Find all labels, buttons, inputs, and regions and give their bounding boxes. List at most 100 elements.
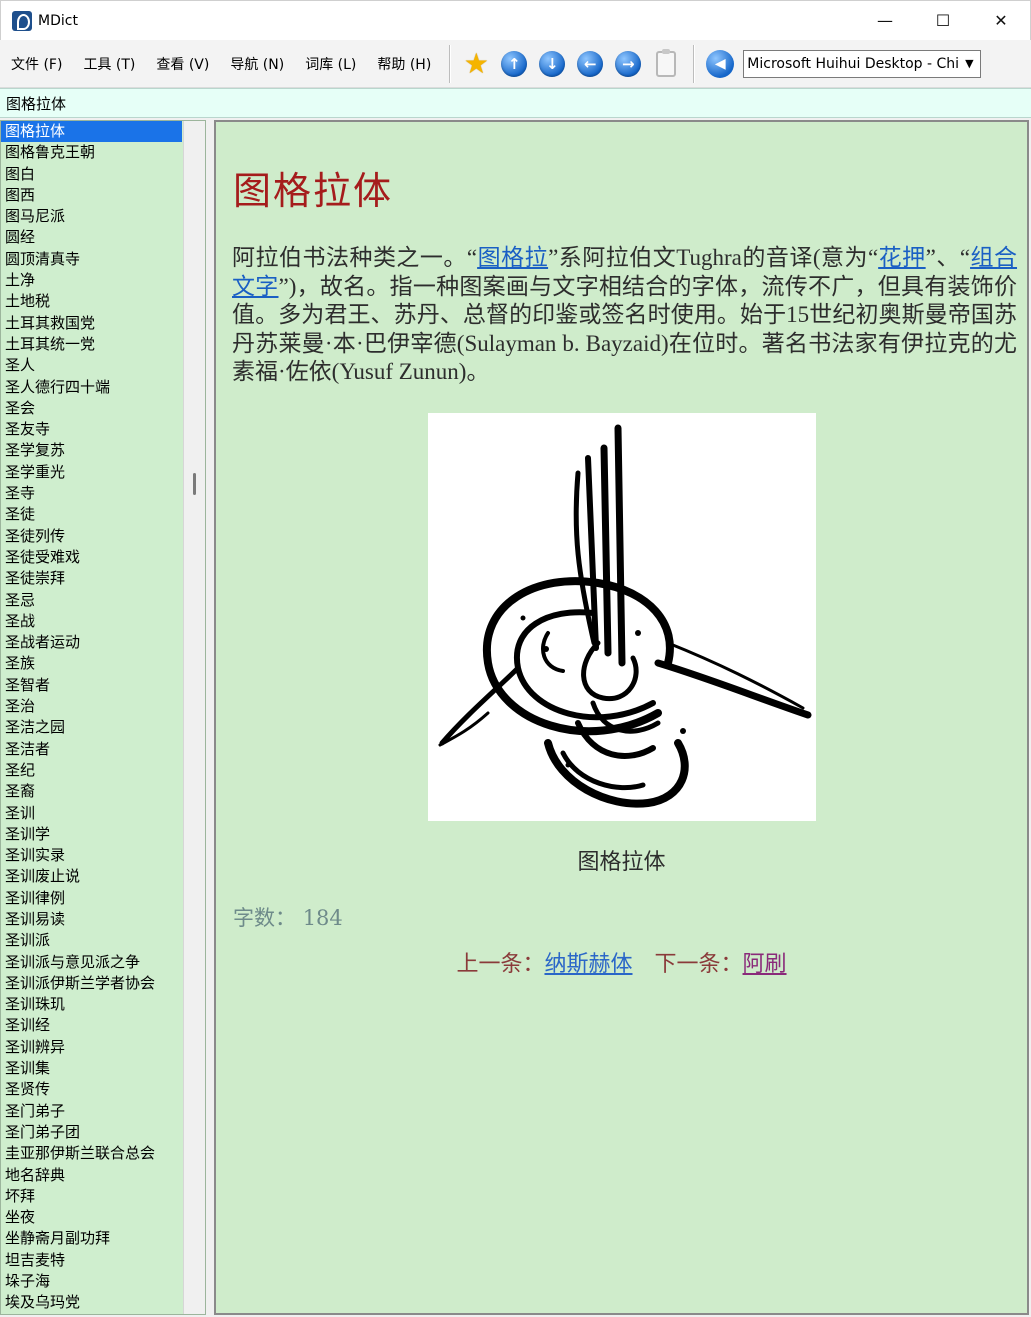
word-list: 图格拉体 图格鲁克王朝 图白 图西 图马尼派 圆经 圆顶清真寺 土净 土地税 土耳其救国党 土耳其统… xyxy=(0,120,206,1315)
entry-navigation: 上一条：纳斯赫体 下一条：阿刷 xyxy=(216,946,1027,978)
chevron-down-icon[interactable]: ▼ xyxy=(960,53,979,74)
list-item[interactable]: 圣门弟子团 xyxy=(1,1122,182,1143)
list-item[interactable]: 图白 xyxy=(1,164,182,185)
list-item[interactable]: 圣人德行四十端 xyxy=(1,377,182,398)
list-item[interactable]: 圣洁之园 xyxy=(1,717,182,738)
arrow-left-icon: ← xyxy=(577,50,604,77)
list-item[interactable]: 圣纪 xyxy=(1,760,182,781)
tughra-illustration xyxy=(428,413,816,821)
list-item[interactable]: 圣训辨异 xyxy=(1,1037,182,1058)
list-item[interactable]: 圣学重光 xyxy=(1,462,182,483)
list-item[interactable]: 土耳其救国党 xyxy=(1,313,182,334)
title-bar: MDict — ☐ ✕ xyxy=(0,0,1031,40)
list-item[interactable]: 埃及乌玛党 xyxy=(1,1292,182,1313)
list-item[interactable]: 圆顶清真寺 xyxy=(1,249,182,270)
menu-view[interactable]: 查看 (V) xyxy=(145,54,219,74)
list-item[interactable]: 圣训律例 xyxy=(1,888,182,909)
list-item[interactable]: 圣族 xyxy=(1,653,182,674)
list-item[interactable]: 圣训易读 xyxy=(1,909,182,930)
toolbar-separator xyxy=(693,44,696,83)
list-item[interactable]: 圣训学 xyxy=(1,824,182,845)
list-item[interactable]: 圣徒受难戏 xyxy=(1,547,182,568)
menu-toolbar: 文件 (F) 工具 (T) 查看 (V) 导航 (N) 词库 (L) 帮助 (H… xyxy=(0,40,1031,88)
word-list-scrollbar[interactable] xyxy=(183,121,205,1314)
list-item[interactable]: 圣寺 xyxy=(1,483,182,504)
list-item[interactable]: 圣训派伊斯兰学者协会 xyxy=(1,973,182,994)
list-item[interactable]: 图格鲁克王朝 xyxy=(1,142,182,163)
previous-entry-label: 上一条： xyxy=(456,952,545,977)
back-button[interactable]: ← xyxy=(574,48,606,80)
scrollbar-thumb[interactable] xyxy=(193,473,196,495)
list-item[interactable]: 圣徒崇拜 xyxy=(1,568,182,589)
list-item[interactable]: 圣战 xyxy=(1,611,182,632)
list-item[interactable]: 圣会 xyxy=(1,398,182,419)
list-item[interactable]: 圣治 xyxy=(1,696,182,717)
next-word-button[interactable]: ↓ xyxy=(536,48,568,80)
menu-help[interactable]: 帮助 (H) xyxy=(366,54,441,74)
word-count: 字数： 184 xyxy=(233,902,343,932)
entry-title: 图格拉体 xyxy=(233,169,394,213)
list-item[interactable]: 圣学复苏 xyxy=(1,440,182,461)
list-item[interactable]: 圣训实录 xyxy=(1,845,182,866)
tughra-calligraphy-image xyxy=(438,424,812,808)
list-item[interactable]: 圣训派与意见派之争 xyxy=(1,952,182,973)
list-item[interactable]: 土地税 xyxy=(1,291,182,312)
list-item[interactable]: 圣徒列传 xyxy=(1,526,182,547)
list-item[interactable]: 圣训废止说 xyxy=(1,866,182,887)
list-item[interactable]: 坐夜 xyxy=(1,1207,182,1228)
previous-word-button[interactable]: ↑ xyxy=(498,48,530,80)
list-item[interactable]: 圣战者运动 xyxy=(1,632,182,653)
entry-body: 阿拉伯书法种类之一。“图格拉”系阿拉伯文Tughra的音译(意为“花押”、“组合… xyxy=(232,245,1018,384)
arrow-up-icon: ↑ xyxy=(501,50,528,77)
pane-splitter[interactable] xyxy=(206,120,214,1315)
list-item[interactable]: 坏拜 xyxy=(1,1186,182,1207)
list-item[interactable]: 圣忌 xyxy=(1,590,182,611)
menu-navigate[interactable]: 导航 (N) xyxy=(219,54,294,74)
list-item[interactable]: 圣训 xyxy=(1,803,182,824)
list-item[interactable]: 垛子海 xyxy=(1,1271,182,1292)
list-item[interactable]: 圣贤传 xyxy=(1,1079,182,1100)
next-entry-label: 下一条： xyxy=(654,952,743,977)
search-input[interactable] xyxy=(6,94,1006,112)
list-item[interactable]: 圣门弟子 xyxy=(1,1101,182,1122)
forward-button[interactable]: → xyxy=(612,48,644,80)
paste-button[interactable] xyxy=(650,48,682,80)
list-item[interactable]: 圣训珠玑 xyxy=(1,994,182,1015)
list-item[interactable]: 圆经 xyxy=(1,227,182,248)
next-entry-link[interactable]: 阿刷 xyxy=(743,952,787,977)
list-item[interactable]: 土净 xyxy=(1,270,182,291)
list-item[interactable]: 图马尼派 xyxy=(1,206,182,227)
link-tughra[interactable]: 图格拉 xyxy=(477,245,548,270)
speaker-icon: ◀ xyxy=(706,49,735,78)
mdict-app-icon xyxy=(12,10,32,31)
menu-tools[interactable]: 工具 (T) xyxy=(72,54,145,74)
list-item[interactable]: 圣智者 xyxy=(1,675,182,696)
list-item[interactable]: 圣裔 xyxy=(1,781,182,802)
menu-dictionary[interactable]: 词库 (L) xyxy=(294,54,366,74)
list-item[interactable]: 土耳其统一党 xyxy=(1,334,182,355)
list-item[interactable]: 坦吉麦特 xyxy=(1,1250,182,1271)
menu-file[interactable]: 文件 (F) xyxy=(0,54,72,74)
minimize-button[interactable]: — xyxy=(856,1,914,41)
list-item[interactable]: 圣洁者 xyxy=(1,739,182,760)
previous-entry-link[interactable]: 纳斯赫体 xyxy=(544,952,632,977)
word-count-value: 184 xyxy=(302,906,343,930)
list-item[interactable]: 坐静斋月副功拜 xyxy=(1,1228,182,1249)
favorite-button[interactable]: ★ xyxy=(460,48,492,80)
voice-select[interactable]: Microsoft Huihui Desktop - Chinese (Simp… xyxy=(743,49,982,78)
list-item[interactable]: 圣训集 xyxy=(1,1058,182,1079)
search-bar xyxy=(0,88,1031,118)
list-item[interactable]: 圣友寺 xyxy=(1,419,182,440)
link-huaya[interactable]: 花押 xyxy=(878,245,925,270)
list-item[interactable]: 圣人 xyxy=(1,355,182,376)
list-item[interactable]: 圭亚那伊斯兰联合总会 xyxy=(1,1143,182,1164)
list-item[interactable]: 圣徒 xyxy=(1,504,182,525)
list-item[interactable]: 圣训派 xyxy=(1,930,182,951)
speak-button[interactable]: ◀ xyxy=(704,48,736,80)
close-button[interactable]: ✕ xyxy=(972,1,1030,41)
list-item[interactable]: 地名辞典 xyxy=(1,1165,182,1186)
list-item[interactable]: 图格拉体 xyxy=(1,121,182,143)
maximize-button[interactable]: ☐ xyxy=(914,1,972,41)
list-item[interactable]: 圣训经 xyxy=(1,1015,182,1036)
list-item[interactable]: 图西 xyxy=(1,185,182,206)
